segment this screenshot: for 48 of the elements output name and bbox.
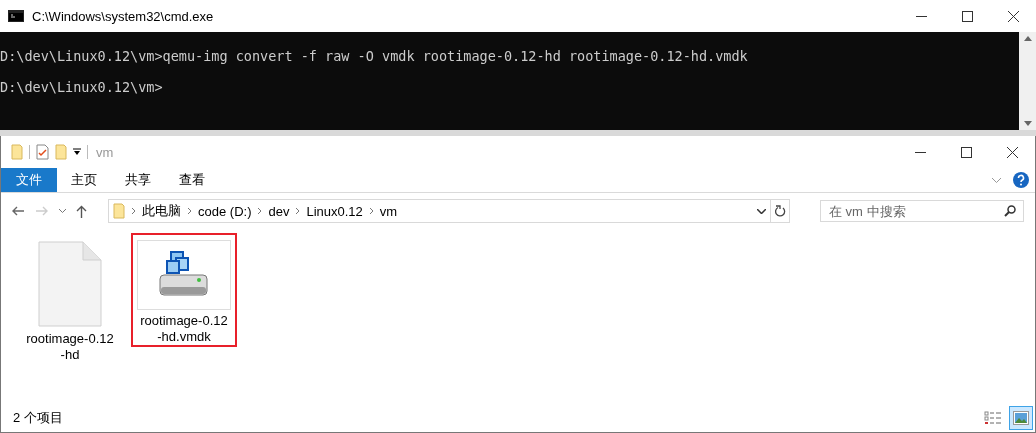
chevron-right-icon (131, 207, 136, 215)
chevron-down-icon (757, 208, 766, 214)
address-bar[interactable]: 此电脑 code (D:) dev Linux0.12 vm (108, 199, 790, 223)
console-line: D:\dev\Linux0.12\vm> (0, 79, 164, 96)
close-icon (1007, 10, 1019, 22)
window-title: vm (96, 144, 115, 160)
refresh-icon (774, 205, 786, 217)
breadcrumb-item[interactable]: dev (268, 203, 290, 219)
file-name[interactable]: rootimage-0.12 -hd.vmdk (140, 313, 228, 345)
maximize-icon (961, 10, 973, 22)
chevron-right-icon (257, 207, 263, 215)
large-icons-view-icon (1013, 411, 1029, 425)
recent-locations-icon[interactable] (59, 209, 66, 213)
minimize-icon (914, 151, 926, 153)
maximize-icon (960, 146, 972, 158)
help-icon[interactable] (1013, 172, 1029, 188)
console-line: D:\dev\Linux0.12\vm>qemu-img convert -f raw -O vmdk rootimage-0.12-hd rootimage-0.12-hd.vmdk (0, 48, 749, 65)
search-icon[interactable] (1004, 205, 1016, 217)
file-name[interactable]: rootimage-0.12 -hd (26, 331, 114, 363)
ribbon-tab[interactable]: 查看 (165, 168, 219, 192)
close-icon (1006, 146, 1018, 158)
scroll-up-icon[interactable] (1023, 36, 1032, 41)
breadcrumb-item[interactable]: Linux0.12 (306, 203, 363, 219)
item-count: 2 个项目 (13, 409, 63, 427)
file-menu-tab[interactable]: 文件 (1, 168, 57, 192)
minimize-icon (915, 15, 927, 17)
document-icon (38, 241, 102, 327)
chevron-right-icon (187, 207, 192, 215)
customize-dropdown-icon[interactable] (73, 148, 81, 156)
ribbon-tab[interactable]: 共享 (111, 168, 165, 192)
back-icon[interactable] (11, 206, 25, 216)
breadcrumb-item[interactable]: code (D:) (198, 203, 252, 219)
chevron-right-icon (295, 207, 301, 215)
up-icon[interactable] (76, 204, 87, 218)
console-icon (8, 10, 24, 22)
breadcrumb-item[interactable]: 此电脑 (142, 202, 181, 220)
chevron-right-icon (368, 207, 374, 215)
breadcrumb-item[interactable]: vm (379, 203, 398, 219)
view-button[interactable] (1009, 406, 1033, 430)
properties-icon[interactable] (36, 144, 49, 160)
virtual-disk-icon (159, 251, 209, 299)
expand-ribbon-icon[interactable] (992, 177, 1001, 183)
details-view-icon (984, 411, 1002, 425)
search-field[interactable]: 在 vm 中搜索 (820, 200, 1024, 222)
scroll-down-icon[interactable] (1023, 121, 1032, 126)
ribbon-tab[interactable]: 主页 (57, 168, 111, 192)
window-title: C:\Windows\system32\cmd.exe (32, 8, 215, 24)
scrollbar[interactable] (1019, 32, 1036, 130)
